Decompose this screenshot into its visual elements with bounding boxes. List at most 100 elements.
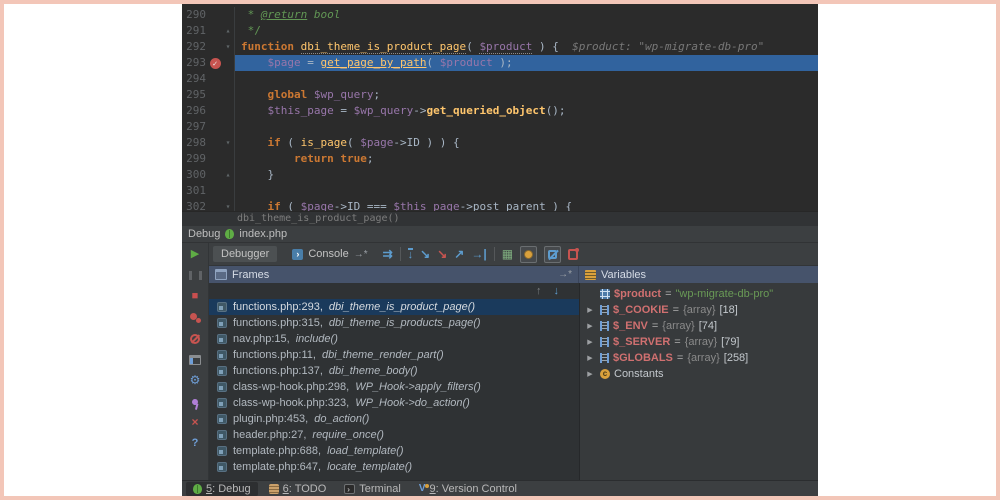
previous-frame-icon[interactable]: ↑: [536, 285, 542, 297]
run-to-cursor-button[interactable]: →|: [471, 247, 486, 261]
breakpoint-slot[interactable]: [208, 183, 222, 199]
frame-row[interactable]: class-wp-hook.php:323, WP_Hook->do_actio…: [209, 395, 579, 411]
expand-arrow[interactable]: ▶: [584, 370, 596, 378]
toolbar-separator: [399, 247, 401, 261]
frame-row[interactable]: functions.php:293, dbi_theme_is_product_…: [209, 299, 579, 315]
fold-marker[interactable]: [222, 55, 234, 71]
variable-row[interactable]: ▶ $_COOKIE = {array} [18]: [580, 302, 818, 318]
frame-row[interactable]: functions.php:137, dbi_theme_body(): [209, 363, 579, 379]
frame-row[interactable]: functions.php:11, dbi_theme_render_part(…: [209, 347, 579, 363]
variable-value: "wp-migrate-db-pro": [675, 288, 774, 300]
force-step-into-button[interactable]: ↘: [437, 247, 447, 261]
breakpoint-slot[interactable]: [208, 119, 222, 135]
pause-button[interactable]: [188, 271, 202, 280]
fold-marker[interactable]: ▾: [222, 199, 234, 211]
variable-row[interactable]: $product = "wp-migrate-db-pro": [580, 286, 818, 302]
breakpoint-slot[interactable]: [208, 167, 222, 183]
breakpoints-settings-button[interactable]: [568, 247, 580, 260]
step-out-button[interactable]: ↗: [454, 247, 464, 261]
evaluate-expression-button[interactable]: ▦: [502, 247, 513, 261]
debug-toolwindow-header: Debug index.php: [182, 226, 818, 243]
breakpoint-slot[interactable]: [208, 87, 222, 103]
statusbar-tab-version-control[interactable]: V 9: Version Control: [412, 482, 524, 496]
breakpoint-slot[interactable]: [208, 199, 222, 211]
fold-marker[interactable]: [222, 87, 234, 103]
fold-marker[interactable]: [222, 151, 234, 167]
fold-marker[interactable]: [222, 71, 234, 87]
breakpoint-slot[interactable]: [208, 71, 222, 87]
settings-button[interactable]: ⚙: [188, 374, 202, 387]
breakpoint-slot[interactable]: [208, 103, 222, 119]
frame-location: plugin.php:453,: [233, 413, 309, 425]
breakpoint-icon[interactable]: ✓: [209, 58, 221, 69]
fold-marker[interactable]: [222, 7, 234, 23]
step-over-button[interactable]: ↓: [407, 248, 414, 261]
pin-icon[interactable]: [191, 397, 199, 406]
line-number: 300: [186, 168, 206, 181]
tab-debugger[interactable]: Debugger: [213, 246, 278, 262]
frame-location: template.php:647,: [233, 461, 322, 473]
variable-row[interactable]: ▶ $_ENV = {array} [74]: [580, 318, 818, 334]
line-number: 296: [186, 104, 206, 117]
expand-arrow[interactable]: ▶: [584, 354, 596, 362]
stack-frame-icon: [217, 302, 227, 312]
step-into-button[interactable]: ↘: [420, 247, 430, 261]
code-line: 299 return true;: [182, 151, 818, 167]
restore-layout-button[interactable]: [189, 354, 201, 365]
fold-marker[interactable]: [222, 103, 234, 119]
next-frame-icon[interactable]: ↓: [554, 285, 560, 297]
fold-marker[interactable]: ▴: [222, 23, 234, 39]
frame-row[interactable]: template.php:647, locate_template(): [209, 459, 579, 475]
fold-marker[interactable]: [222, 183, 234, 199]
resume-button[interactable]: ▶: [188, 248, 202, 261]
frame-function: include(): [295, 333, 338, 345]
mute-breakpoints-button[interactable]: [190, 333, 200, 344]
gutter: 291 ▴: [182, 23, 235, 39]
gutter: 297: [182, 119, 235, 135]
expand-arrow[interactable]: ▶: [584, 306, 596, 314]
debugger-toolbar: Debugger › Console →* ⇉ ↓ ↘ ↘ ↗ →| ▦: [209, 243, 818, 266]
code-editor[interactable]: 290 * @return bool 291 ▴ */292 ▾ function db…: [182, 4, 818, 211]
frame-row[interactable]: class-wp-hook.php:298, WP_Hook->apply_fi…: [209, 379, 579, 395]
statusbar-tab-terminal[interactable]: › Terminal: [337, 482, 408, 496]
fold-marker[interactable]: ▾: [222, 135, 234, 151]
statusbar-tab-debug[interactable]: 5: Debug: [186, 481, 258, 496]
expand-arrow[interactable]: ▶: [584, 338, 596, 346]
breakpoint-toggle-button[interactable]: [520, 245, 538, 263]
code-area: [235, 71, 818, 87]
frame-row[interactable]: functions.php:315, dbi_theme_is_products…: [209, 315, 579, 331]
variable-row[interactable]: ▶ $_SERVER = {array} [79]: [580, 334, 818, 350]
code-area: if ( is_page( $page->ID ) ) {: [235, 135, 818, 151]
view-breakpoints-button[interactable]: [189, 312, 201, 324]
close-icon[interactable]: ×: [188, 416, 202, 429]
frame-function: load_template(): [327, 445, 404, 457]
expand-arrow[interactable]: ▶: [584, 322, 596, 330]
jump-to-source-icon: →*: [353, 248, 368, 260]
breakpoint-slot[interactable]: [208, 7, 222, 23]
show-execution-point-button[interactable]: ⇉: [383, 247, 393, 261]
code-text: global $wp_query;: [267, 88, 381, 101]
breakpoint-slot[interactable]: [208, 135, 222, 151]
variable-row[interactable]: ▶ c Constants: [580, 366, 818, 382]
mute-breakpoints-toggle[interactable]: [544, 245, 562, 263]
frame-row[interactable]: nav.php:15, include(): [209, 331, 579, 347]
help-icon[interactable]: ?: [188, 437, 202, 450]
stop-button[interactable]: ■: [188, 290, 202, 303]
breakpoint-slot[interactable]: ✓: [208, 55, 222, 71]
statusbar-tab-todo[interactable]: 6: TODO: [262, 482, 334, 496]
frame-row[interactable]: plugin.php:453, do_action(): [209, 411, 579, 427]
tab-console[interactable]: › Console →*: [284, 246, 375, 262]
fold-marker[interactable]: ▾: [222, 39, 234, 55]
code-text: $page = get_page_by_path( $product );: [267, 56, 513, 69]
breadcrumb: dbi_theme_is_product_page(): [182, 211, 818, 226]
fold-marker[interactable]: ▴: [222, 167, 234, 183]
auto-scroll-icon[interactable]: →*: [558, 269, 572, 280]
frame-row[interactable]: header.php:27, require_once(): [209, 427, 579, 443]
variable-row[interactable]: ▶ $GLOBALS = {array} [258]: [580, 350, 818, 366]
frame-row[interactable]: template.php:688, load_template(): [209, 443, 579, 459]
breakpoint-slot[interactable]: [208, 23, 222, 39]
breakpoint-slot[interactable]: [208, 39, 222, 55]
fold-marker[interactable]: [222, 119, 234, 135]
breakpoint-slot[interactable]: [208, 151, 222, 167]
breakpoint-dot-icon: [524, 249, 534, 259]
